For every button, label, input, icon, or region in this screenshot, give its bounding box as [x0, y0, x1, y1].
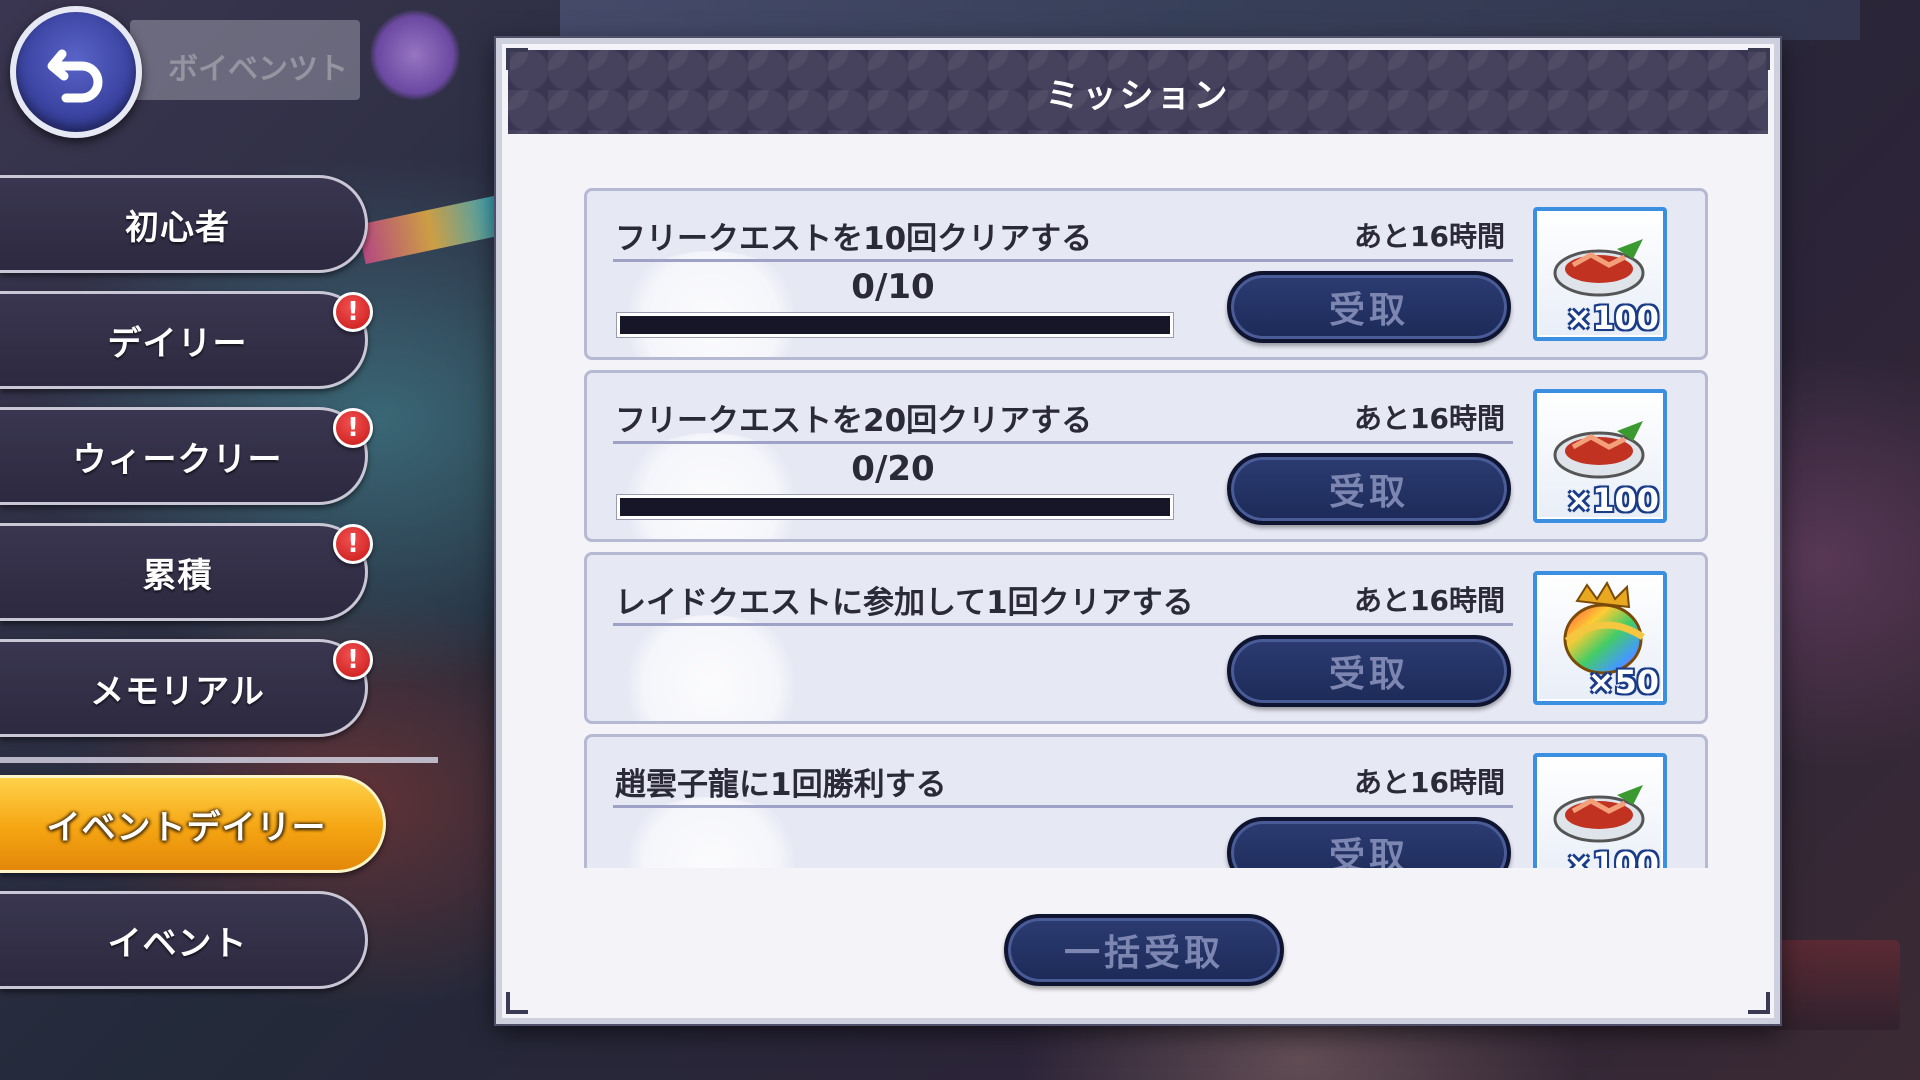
claim-button-label: 受取 [1328, 836, 1409, 868]
reward-quantity: ×100 [1565, 481, 1659, 519]
reward-item[interactable]: ×100 [1533, 753, 1667, 868]
claim-all-label: 一括受取 [1063, 933, 1224, 974]
sakura-watermark [611, 615, 811, 721]
background-flower-deco [370, 10, 460, 100]
tab-label: イベントデイリー [46, 807, 327, 848]
progress-count: 0/20 [851, 449, 935, 489]
mission-time-left: あと16時間 [1354, 584, 1505, 617]
mission-underline [613, 259, 1513, 262]
mission-title: レイドクエストに参加して1回クリアする [615, 585, 1194, 621]
claim-all-button[interactable]: 一括受取 [1004, 914, 1284, 986]
claim-button-label: 受取 [1328, 290, 1409, 331]
reward-quantity: ×100 [1565, 299, 1659, 337]
mission-time-left: あと16時間 [1354, 402, 1505, 435]
claim-button[interactable]: 受取 [1227, 635, 1511, 707]
tab-event[interactable]: イベント [0, 891, 368, 989]
mission-row: レイドクエストに参加して1回クリアする あと16時間 受取 ×50 [584, 552, 1708, 724]
mission-title: フリークエストを20回クリアする [615, 403, 1093, 439]
tab-divider [0, 757, 438, 763]
reward-item[interactable]: ×50 [1533, 571, 1667, 705]
back-button[interactable] [10, 6, 142, 138]
mission-time-left: あと16時間 [1354, 220, 1505, 253]
notification-badge-icon: ! [333, 640, 373, 680]
tab-label: 累積 [142, 555, 213, 596]
notification-badge-icon: ! [333, 408, 373, 448]
mission-list[interactable]: フリークエストを10回クリアする あと16時間 0/10 受取 ×100 フリー… [584, 188, 1708, 868]
tab-label: ウィークリー [72, 439, 283, 480]
tab-label: 初心者 [125, 207, 230, 248]
mission-time-left: あと16時間 [1354, 766, 1505, 799]
mission-title: 趙雲子龍に1回勝利する [615, 767, 947, 803]
back-arrow-icon [47, 49, 103, 103]
claim-button-label: 受取 [1328, 472, 1409, 513]
meat-plate-icon [1553, 239, 1645, 297]
notification-badge-icon: ! [333, 292, 373, 332]
mission-underline [613, 441, 1513, 444]
mission-row: フリークエストを20回クリアする あと16時間 0/20 受取 ×100 [584, 370, 1708, 542]
panel-header: ミッション [508, 50, 1768, 134]
mission-row: フリークエストを10回クリアする あと16時間 0/10 受取 ×100 [584, 188, 1708, 360]
reward-quantity: ×100 [1565, 845, 1659, 868]
tab-event-daily[interactable]: イベントデイリー [0, 775, 386, 873]
tab-label: イベント [107, 923, 248, 964]
corner-ornament [506, 48, 528, 70]
tab-daily[interactable]: デイリー ! [0, 291, 373, 389]
notification-badge-icon: ! [333, 524, 373, 564]
corner-ornament [1748, 48, 1770, 70]
tab-label: デイリー [107, 323, 248, 364]
reward-quantity: ×50 [1587, 663, 1659, 701]
progress-count: 0/10 [851, 267, 935, 307]
corner-ornament [506, 992, 528, 1014]
claim-button[interactable]: 受取 [1227, 271, 1511, 343]
corner-ornament [1748, 992, 1770, 1014]
claim-button[interactable]: 受取 [1227, 453, 1511, 525]
progress-bar [617, 495, 1173, 519]
mission-title: フリークエストを10回クリアする [615, 221, 1093, 257]
reward-item[interactable]: ×100 [1533, 207, 1667, 341]
meat-plate-icon [1553, 421, 1645, 479]
mission-row: 趙雲子龍に1回勝利する あと16時間 受取 ×100 [584, 734, 1708, 868]
meat-plate-icon [1553, 785, 1645, 843]
tab-memorial[interactable]: メモリアル ! [0, 639, 373, 737]
mission-panel: ミッション フリークエストを10回クリアする あと16時間 0/10 受取 ×1… [496, 38, 1780, 1024]
claim-button[interactable]: 受取 [1227, 817, 1511, 868]
claim-button-label: 受取 [1328, 654, 1409, 695]
background-right-deco [1770, 940, 1900, 1030]
mission-underline [613, 623, 1513, 626]
background-top-strip [560, 0, 1860, 40]
progress-bar [617, 313, 1173, 337]
tab-weekly[interactable]: ウィークリー ! [0, 407, 373, 505]
background-top-label: ボイベンツト [168, 52, 348, 87]
mission-underline [613, 805, 1513, 808]
tab-beginner[interactable]: 初心者 [0, 175, 368, 273]
panel-title: ミッション [1045, 75, 1231, 116]
tab-cumulative[interactable]: 累積 ! [0, 523, 373, 621]
reward-item[interactable]: ×100 [1533, 389, 1667, 523]
tab-label: メモリアル [90, 671, 265, 712]
